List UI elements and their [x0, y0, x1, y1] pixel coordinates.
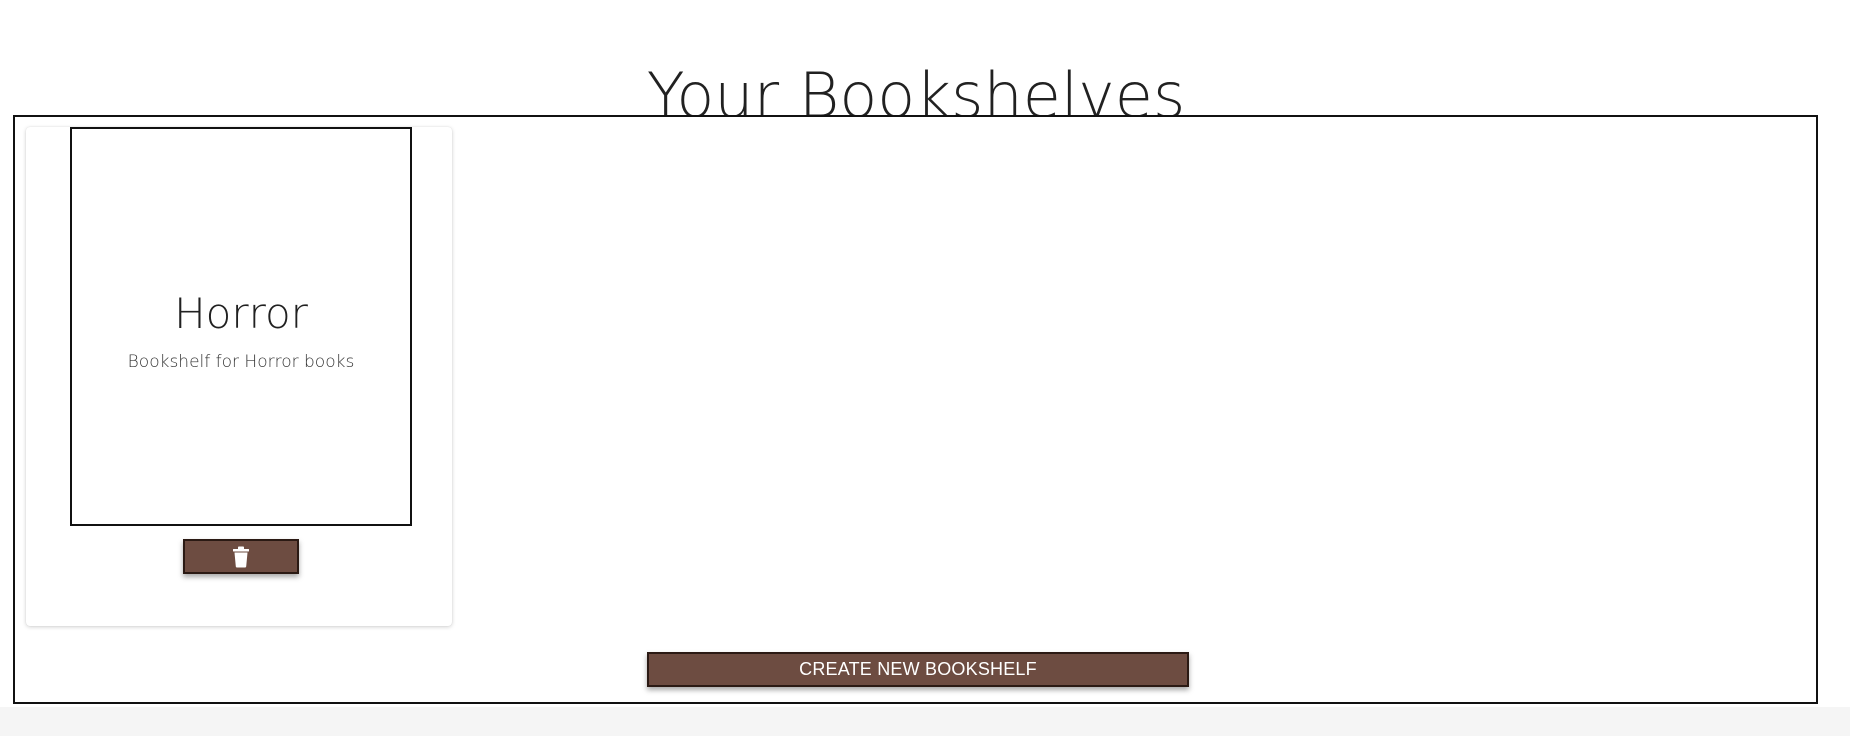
delete-bookshelf-button[interactable] [183, 539, 299, 574]
page: Your Bookshelves Horror Bookshelf for Ho… [0, 0, 1850, 736]
trash-icon [233, 546, 249, 567]
bookshelf-name: Horror [174, 289, 308, 338]
bookshelf-card: Horror Bookshelf for Horror books [26, 127, 452, 626]
bookshelf-container: Horror Bookshelf for Horror books CREATE… [13, 115, 1818, 704]
create-bookshelf-button[interactable]: CREATE NEW BOOKSHELF [647, 652, 1189, 687]
bookshelf-cover[interactable]: Horror Bookshelf for Horror books [70, 127, 412, 526]
bookshelf-description: Bookshelf for Horror books [127, 352, 355, 372]
